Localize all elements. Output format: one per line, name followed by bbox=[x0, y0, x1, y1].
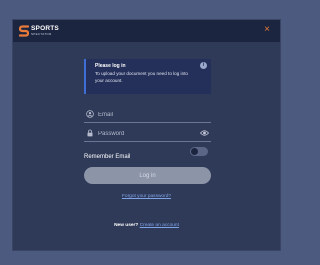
signup-prompt: New user? Create an account bbox=[13, 223, 280, 228]
lock-icon bbox=[87, 129, 93, 137]
email-field bbox=[84, 106, 211, 123]
password-input[interactable] bbox=[98, 127, 193, 140]
logo-name-bottom: SPECTATOR bbox=[31, 32, 52, 37]
logo-text: SPORTS SPECTATOR bbox=[31, 25, 59, 37]
toggle-knob bbox=[191, 148, 198, 155]
login-info-banner: Please log in To upload your document yo… bbox=[84, 59, 211, 94]
login-button[interactable]: Log in bbox=[84, 167, 211, 184]
create-account-link[interactable]: Create an account bbox=[140, 223, 179, 228]
password-field bbox=[84, 125, 211, 142]
remember-email-toggle[interactable] bbox=[190, 147, 208, 156]
user-icon bbox=[86, 110, 94, 118]
sports-spectator-logo: SPORTS SPECTATOR bbox=[19, 25, 59, 37]
modal-header: SPORTS SPECTATOR × bbox=[13, 20, 280, 42]
info-title: Please log in bbox=[95, 63, 126, 69]
logo-mark-icon bbox=[19, 25, 29, 37]
new-user-label: New user? bbox=[114, 223, 139, 228]
close-icon[interactable]: × bbox=[262, 25, 272, 35]
show-password-icon[interactable] bbox=[200, 129, 209, 137]
login-modal: SPORTS SPECTATOR × Please log in To uplo… bbox=[12, 19, 281, 251]
remember-email-label: Remember Email bbox=[84, 154, 131, 160]
info-message: To upload your document you need to log … bbox=[95, 71, 188, 83]
info-icon: i bbox=[200, 62, 207, 69]
email-input[interactable] bbox=[98, 108, 193, 121]
forgot-password-link[interactable]: Forgot your password? bbox=[13, 194, 280, 199]
